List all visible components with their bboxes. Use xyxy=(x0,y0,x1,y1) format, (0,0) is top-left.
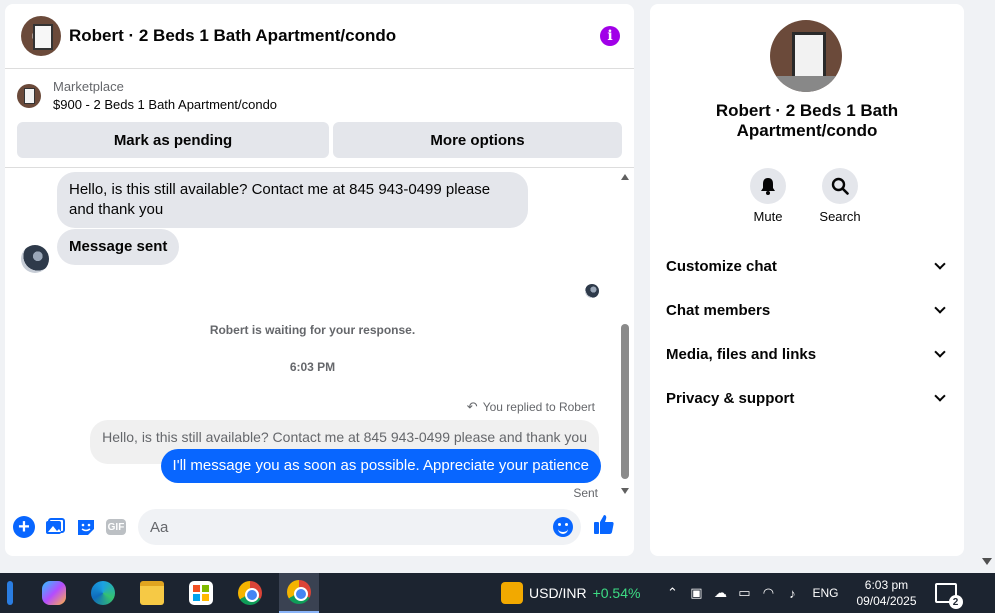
chrome-icon xyxy=(287,580,311,604)
mark-as-pending-button[interactable]: Mark as pending xyxy=(17,122,329,158)
section-label: Media, files and links xyxy=(666,345,817,363)
volume-icon[interactable]: ♪ xyxy=(784,585,800,601)
taskbar-app-partial[interactable] xyxy=(0,573,20,613)
clock[interactable]: 6:03 pm 09/04/2025 xyxy=(856,577,916,609)
search-label: Search xyxy=(819,209,861,224)
photo-icon[interactable] xyxy=(44,516,66,538)
waiting-notice: Robert is waiting for your response. xyxy=(209,323,416,337)
store-icon xyxy=(189,581,213,605)
app-icon xyxy=(7,581,13,605)
message-timestamp: 6:03 PM xyxy=(289,360,336,374)
taskbar-edge[interactable] xyxy=(83,573,123,613)
chevron-down-icon xyxy=(934,258,946,270)
battery-icon[interactable]: ▭ xyxy=(736,585,752,601)
taskbar-chrome[interactable] xyxy=(230,573,270,613)
listing-title: $900 - 2 Beds 1 Bath Apartment/condo xyxy=(53,97,278,112)
search-button[interactable]: Search xyxy=(819,168,861,224)
contact-avatar[interactable] xyxy=(21,16,61,56)
stock-change: +0.54% xyxy=(592,585,641,601)
wifi-icon[interactable]: ◠ xyxy=(760,585,776,601)
reply-indicator: ↶ You replied to Robert xyxy=(467,399,595,415)
contact-profile-picture[interactable] xyxy=(770,20,842,92)
marketplace-listing[interactable]: Marketplace $900 - 2 Beds 1 Bath Apartme… xyxy=(17,78,622,114)
search-icon xyxy=(822,168,858,204)
chevron-down-icon xyxy=(934,302,946,314)
thumbs-up-icon[interactable] xyxy=(593,513,615,541)
marketplace-label: Marketplace xyxy=(53,79,124,94)
mute-button[interactable]: Mute xyxy=(750,168,786,224)
page-scroll-down-icon[interactable] xyxy=(982,558,992,565)
notification-icon[interactable]: 2 xyxy=(934,583,963,609)
clock-date: 09/04/2025 xyxy=(856,594,917,608)
reply-arrow-icon: ↶ xyxy=(466,399,478,414)
section-label: Customize chat xyxy=(666,257,777,275)
section-label: Privacy & support xyxy=(666,389,795,407)
chevron-up-icon[interactable]: ⌃ xyxy=(664,585,680,601)
cloud-icon[interactable]: ☁ xyxy=(712,585,728,601)
section-chat-members[interactable]: Chat members xyxy=(666,288,948,332)
listing-thumbnail xyxy=(17,84,41,108)
chrome-icon xyxy=(238,581,262,605)
chat-title[interactable]: Robert · 2 Beds 1 Bath Apartment/condo xyxy=(69,26,396,46)
language-indicator[interactable]: ENG xyxy=(812,586,838,600)
section-customize-chat[interactable]: Customize chat xyxy=(666,244,948,288)
emoji-icon[interactable] xyxy=(553,517,573,537)
more-options-button[interactable]: More options xyxy=(333,122,622,158)
system-tray: ⌃ ▣ ☁ ▭ ◠ ♪ ENG xyxy=(664,585,838,601)
stock-widget[interactable]: USD/INR +0.54% xyxy=(501,582,640,604)
stock-icon xyxy=(501,582,523,604)
chat-panel: Robert · 2 Beds 1 Bath Apartment/condo i… xyxy=(5,4,634,556)
info-title: Robert · 2 Beds 1 Bath Apartment/condo xyxy=(715,101,899,140)
incoming-message[interactable]: Message sent xyxy=(57,229,180,265)
folder-icon xyxy=(140,581,164,605)
marketplace-bar: Marketplace $900 - 2 Beds 1 Bath Apartme… xyxy=(5,69,634,168)
info-icon[interactable]: i xyxy=(600,26,620,46)
sender-avatar[interactable] xyxy=(21,245,49,273)
message-list: Hello, is this still available? Contact … xyxy=(5,170,620,500)
gif-icon[interactable]: GIF xyxy=(106,519,126,535)
taskbar-file-explorer[interactable] xyxy=(132,573,172,613)
incoming-message[interactable]: Hello, is this still available? Contact … xyxy=(57,172,528,228)
clock-time: 6:03 pm xyxy=(864,578,909,592)
stock-name: USD/INR xyxy=(529,585,587,601)
taskbar-chrome-profile[interactable] xyxy=(279,573,319,613)
outgoing-message[interactable]: I'll message you as soon as possible. Ap… xyxy=(160,449,601,483)
plus-icon[interactable]: + xyxy=(13,516,35,538)
chat-info-panel: Robert · 2 Beds 1 Bath Apartment/condo M… xyxy=(650,4,964,556)
chevron-down-icon xyxy=(934,346,946,358)
section-media-files-links[interactable]: Media, files and links xyxy=(666,332,948,376)
scroll-up-arrow-icon[interactable] xyxy=(621,174,629,180)
taskbar-copilot[interactable] xyxy=(34,573,74,613)
meet-icon[interactable]: ▣ xyxy=(688,585,704,601)
taskbar: USD/INR +0.54% ⌃ ▣ ☁ ▭ ◠ ♪ ENG 6:03 pm 0… xyxy=(0,573,995,613)
chat-header: Robert · 2 Beds 1 Bath Apartment/condo i xyxy=(5,4,634,69)
message-composer: + GIF xyxy=(5,507,634,547)
message-input[interactable] xyxy=(138,509,581,545)
notification-badge: 2 xyxy=(948,595,963,609)
copilot-icon xyxy=(42,581,66,605)
taskbar-store[interactable] xyxy=(181,573,221,613)
message-scrollbar[interactable] xyxy=(620,174,630,494)
seen-receipt-avatar xyxy=(585,284,599,298)
sticker-icon[interactable] xyxy=(75,516,97,538)
scroll-thumb[interactable] xyxy=(621,324,629,479)
reply-label: You replied to Robert xyxy=(482,400,595,414)
section-label: Chat members xyxy=(666,301,771,319)
message-status: Sent xyxy=(573,486,598,500)
mute-label: Mute xyxy=(753,209,783,224)
scroll-down-arrow-icon[interactable] xyxy=(621,488,629,494)
edge-icon xyxy=(91,581,115,605)
chevron-down-icon xyxy=(934,390,946,402)
section-privacy-support[interactable]: Privacy & support xyxy=(666,376,948,420)
bell-icon xyxy=(750,168,786,204)
